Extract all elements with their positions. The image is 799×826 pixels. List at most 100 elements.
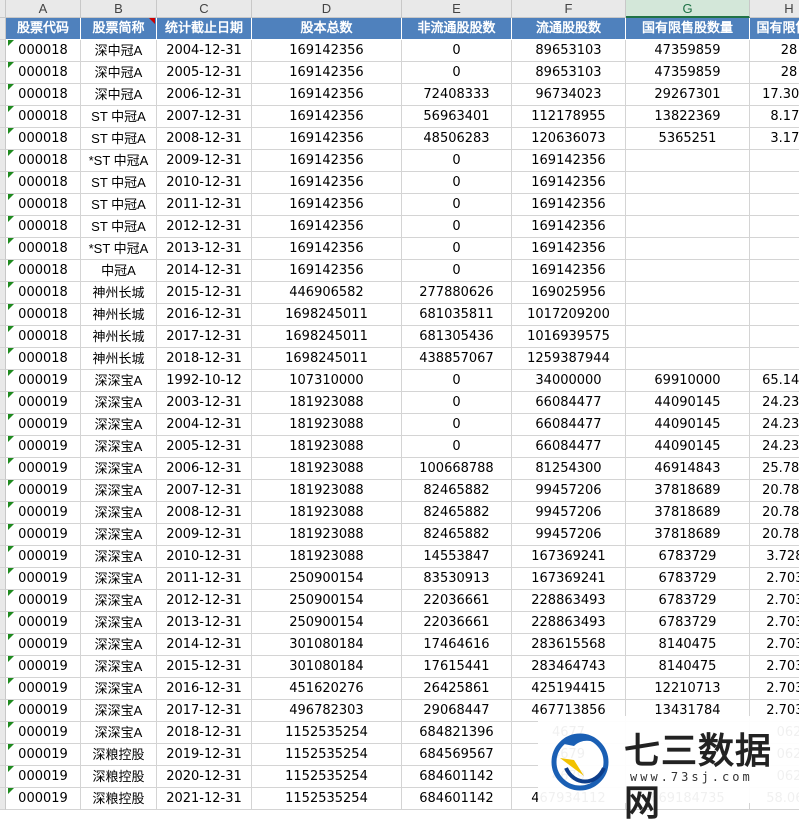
table-cell[interactable]: 169142356: [512, 216, 626, 238]
table-cell[interactable]: 25.7881: [750, 458, 799, 480]
table-cell[interactable]: 1016939575: [512, 326, 626, 348]
table-cell[interactable]: 深深宝A: [81, 678, 157, 700]
table-cell[interactable]: 6783729: [626, 612, 750, 634]
table-cell[interactable]: 107310000: [252, 370, 402, 392]
table-cell[interactable]: 000019: [6, 458, 81, 480]
table-cell[interactable]: [750, 238, 799, 260]
table-cell[interactable]: 2011-12-31: [157, 568, 252, 590]
table-cell[interactable]: 000019: [6, 568, 81, 590]
table-cell[interactable]: 44090145: [626, 436, 750, 458]
table-cell[interactable]: 000018: [6, 326, 81, 348]
table-cell[interactable]: 000018: [6, 40, 81, 62]
table-cell[interactable]: 301080184: [252, 634, 402, 656]
table-cell[interactable]: 181923088: [252, 458, 402, 480]
table-cell[interactable]: 2017-12-31: [157, 326, 252, 348]
table-cell[interactable]: 000018: [6, 194, 81, 216]
table-cell[interactable]: 277880626: [402, 282, 512, 304]
table-cell[interactable]: 深深宝A: [81, 458, 157, 480]
table-cell[interactable]: 169142356: [252, 216, 402, 238]
table-cell[interactable]: 37818689: [626, 502, 750, 524]
table-cell[interactable]: 2008-12-31: [157, 502, 252, 524]
table-cell[interactable]: 2014-12-31: [157, 260, 252, 282]
table-cell[interactable]: 24.2356: [750, 436, 799, 458]
table-cell[interactable]: 0: [402, 392, 512, 414]
table-cell[interactable]: 3.172: [750, 128, 799, 150]
table-cell[interactable]: 181923088: [252, 546, 402, 568]
table-cell[interactable]: 深深宝A: [81, 568, 157, 590]
table-cell[interactable]: 深深宝A: [81, 480, 157, 502]
table-cell[interactable]: 46914843: [626, 458, 750, 480]
table-cell[interactable]: 17.3034: [750, 84, 799, 106]
table-cell[interactable]: 28: [750, 40, 799, 62]
table-cell[interactable]: [626, 348, 750, 370]
table-cell[interactable]: 169142356: [252, 62, 402, 84]
table-cell[interactable]: 47359859: [626, 62, 750, 84]
table-cell[interactable]: 112178955: [512, 106, 626, 128]
table-cell[interactable]: 22036661: [402, 590, 512, 612]
table-cell[interactable]: 2007-12-31: [157, 106, 252, 128]
column-title[interactable]: 国有限售股数量: [626, 18, 750, 40]
table-cell[interactable]: *ST 中冠A: [81, 150, 157, 172]
table-cell[interactable]: 65.1477: [750, 370, 799, 392]
table-cell[interactable]: 000018: [6, 128, 81, 150]
table-cell[interactable]: 000019: [6, 788, 81, 810]
table-cell[interactable]: 2003-12-31: [157, 392, 252, 414]
column-title[interactable]: 非流通股股数: [402, 18, 512, 40]
table-cell[interactable]: 2012-12-31: [157, 590, 252, 612]
table-cell[interactable]: 20.7883: [750, 524, 799, 546]
table-cell[interactable]: 2011-12-31: [157, 194, 252, 216]
table-cell[interactable]: 169142356: [252, 40, 402, 62]
table-cell[interactable]: 20.7883: [750, 480, 799, 502]
column-header-c[interactable]: C: [157, 0, 252, 18]
table-cell[interactable]: 2013-12-31: [157, 238, 252, 260]
table-cell[interactable]: 2016-12-31: [157, 304, 252, 326]
table-cell[interactable]: 99457206: [512, 502, 626, 524]
table-cell[interactable]: 2010-12-31: [157, 546, 252, 568]
table-cell[interactable]: 0: [402, 260, 512, 282]
table-cell[interactable]: 283464743: [512, 656, 626, 678]
table-cell[interactable]: 44090145: [626, 414, 750, 436]
table-cell[interactable]: [626, 326, 750, 348]
table-cell[interactable]: 14553847: [402, 546, 512, 568]
table-cell[interactable]: 000018: [6, 150, 81, 172]
table-cell[interactable]: 69910000: [626, 370, 750, 392]
table-cell[interactable]: 169142356: [512, 150, 626, 172]
table-cell[interactable]: 250900154: [252, 590, 402, 612]
table-cell[interactable]: 2.7038: [750, 678, 799, 700]
table-cell[interactable]: 47359859: [626, 40, 750, 62]
table-cell[interactable]: 深深宝A: [81, 634, 157, 656]
table-cell[interactable]: 000019: [6, 678, 81, 700]
table-cell[interactable]: 000018: [6, 348, 81, 370]
table-cell[interactable]: 681035811: [402, 304, 512, 326]
table-cell[interactable]: 神州长城: [81, 326, 157, 348]
table-cell[interactable]: 301080184: [252, 656, 402, 678]
table-cell[interactable]: 169142356: [252, 238, 402, 260]
table-cell[interactable]: 0: [402, 62, 512, 84]
table-cell[interactable]: *ST 中冠A: [81, 238, 157, 260]
table-cell[interactable]: 深深宝A: [81, 590, 157, 612]
table-cell[interactable]: 1992-10-12: [157, 370, 252, 392]
table-cell[interactable]: 深深宝A: [81, 370, 157, 392]
table-cell[interactable]: 000018: [6, 172, 81, 194]
table-cell[interactable]: 5365251: [626, 128, 750, 150]
table-cell[interactable]: 29267301: [626, 84, 750, 106]
table-cell[interactable]: 96734023: [512, 84, 626, 106]
table-cell[interactable]: 2.7038: [750, 656, 799, 678]
table-cell[interactable]: 81254300: [512, 458, 626, 480]
table-cell[interactable]: 2006-12-31: [157, 84, 252, 106]
table-cell[interactable]: 99457206: [512, 480, 626, 502]
table-cell[interactable]: ST 中冠A: [81, 106, 157, 128]
table-cell[interactable]: 181923088: [252, 414, 402, 436]
table-cell[interactable]: 66084477: [512, 436, 626, 458]
table-cell[interactable]: 6783729: [626, 546, 750, 568]
table-cell[interactable]: 2.7038: [750, 612, 799, 634]
table-cell[interactable]: 66084477: [512, 414, 626, 436]
table-cell[interactable]: 000018: [6, 260, 81, 282]
table-cell[interactable]: 神州长城: [81, 282, 157, 304]
table-cell[interactable]: 2009-12-31: [157, 524, 252, 546]
column-header-a[interactable]: A: [6, 0, 81, 18]
table-cell[interactable]: 1152535254: [252, 788, 402, 810]
table-cell[interactable]: [750, 260, 799, 282]
table-cell[interactable]: 72408333: [402, 84, 512, 106]
table-cell[interactable]: 2.7038: [750, 568, 799, 590]
